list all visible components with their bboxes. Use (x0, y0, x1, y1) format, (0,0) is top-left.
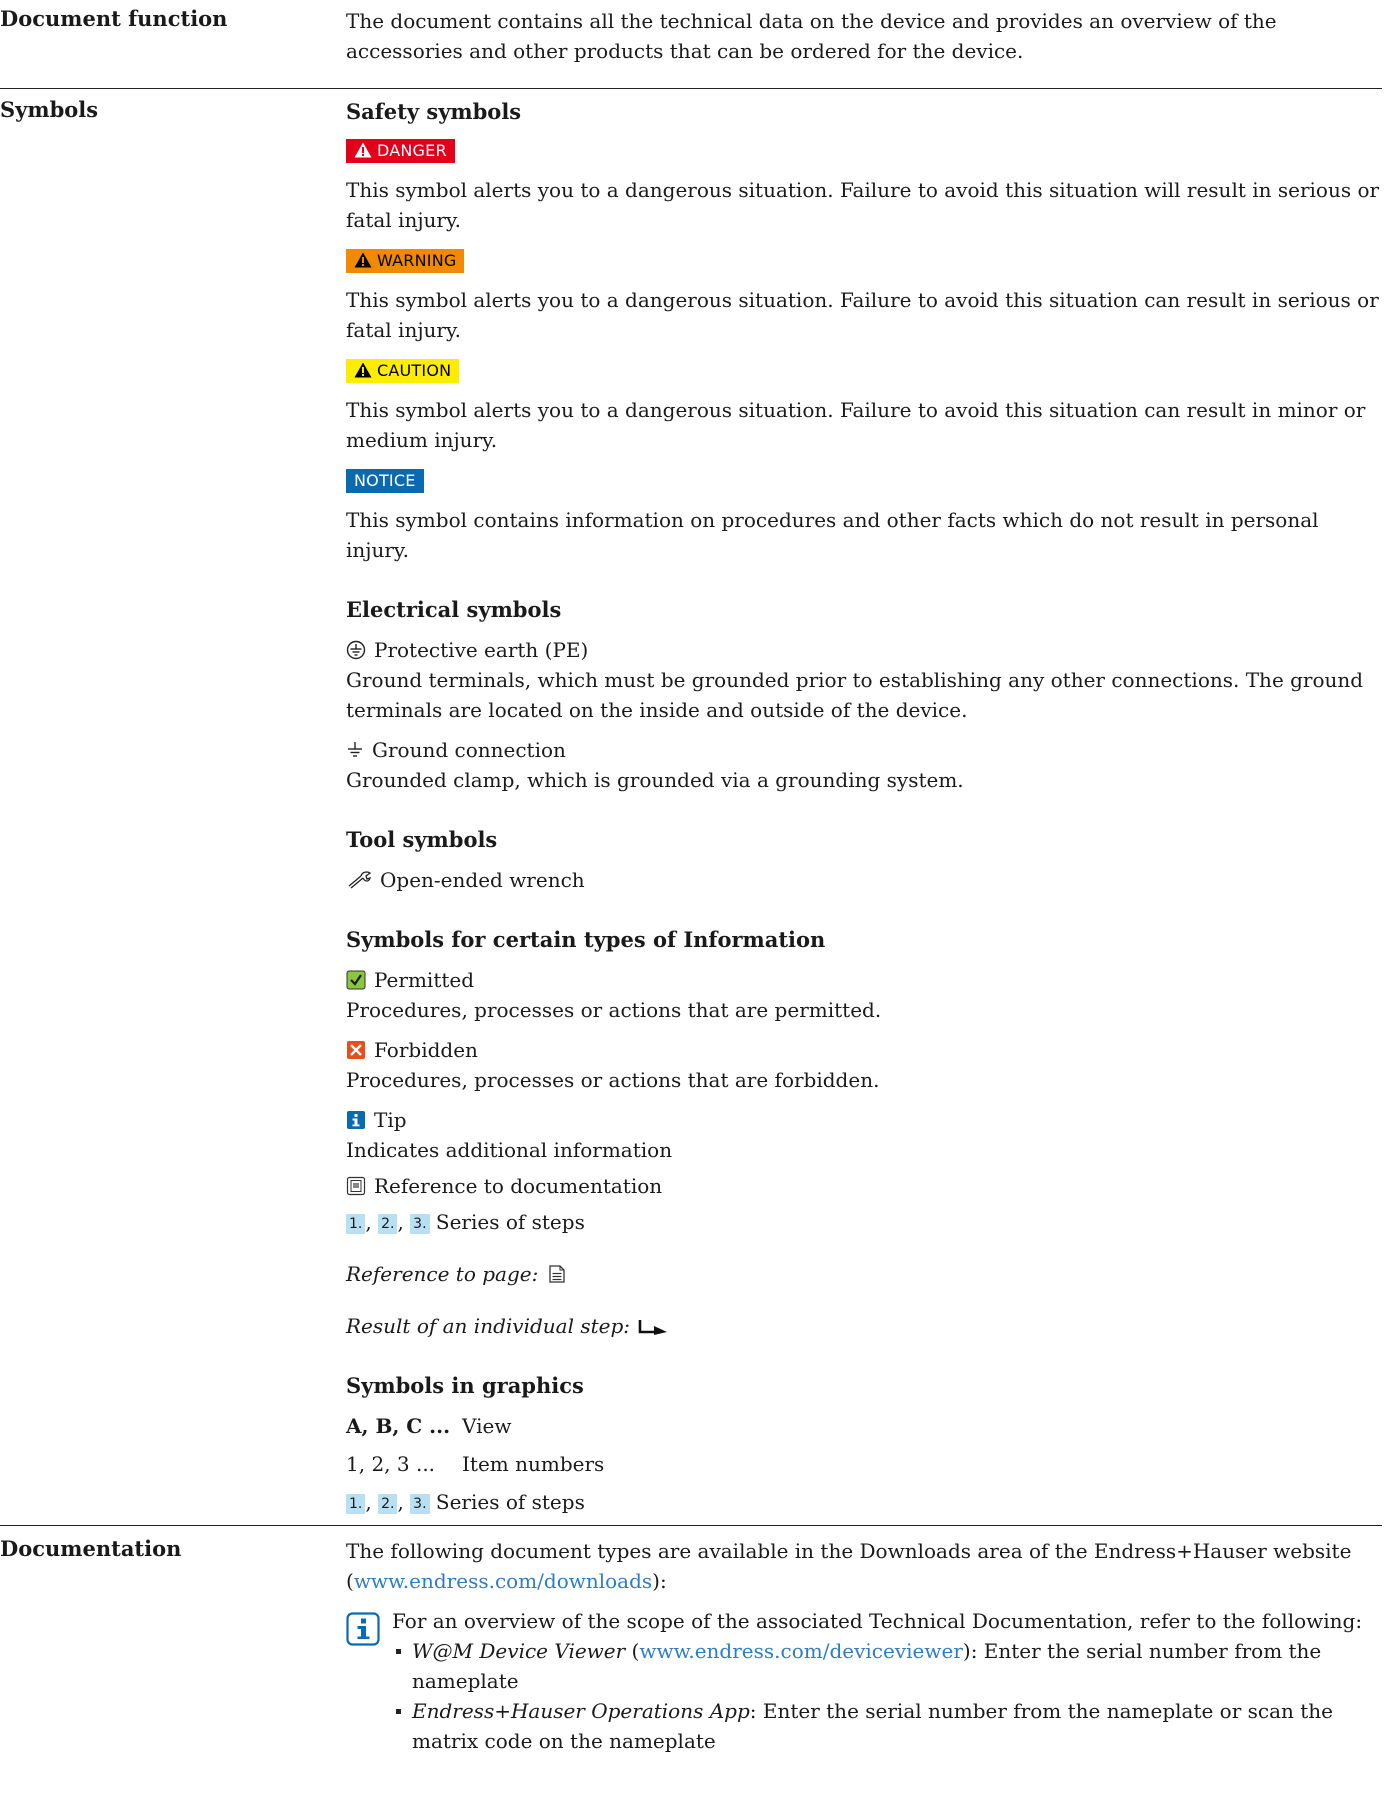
warning-triangle-icon (354, 362, 372, 378)
danger-block: DANGER This symbol alerts you to a dange… (346, 137, 1382, 235)
caution-text: This symbol alerts you to a dangerous si… (346, 398, 1366, 452)
graphics-items-line: 1, 2, 3 ... Item numbers (346, 1449, 1382, 1479)
protective-earth-text: Ground terminals, which must be grounded… (346, 668, 1364, 722)
wrench-line: Open-ended wrench (346, 865, 1382, 895)
info-icon (346, 1612, 380, 1646)
caution-block: CAUTION This symbol alerts you to a dang… (346, 357, 1382, 455)
list-item: W@M Device Viewer (www.endress.com/devic… (396, 1636, 1382, 1696)
deviceviewer-link[interactable]: www.endress.com/deviceviewer (639, 1639, 963, 1663)
documentation-intro: The following document types are availab… (346, 1539, 1352, 1593)
protective-earth-icon (346, 640, 366, 660)
reference-doc-line: Reference to documentation (346, 1171, 1382, 1201)
tip-line: Tip (346, 1105, 1382, 1135)
section-label-symbols: Symbols (0, 97, 99, 122)
graphics-view-line: A, B, C ... View (346, 1411, 1382, 1441)
step-number-3: 3. (410, 1494, 430, 1514)
warning-block: WARNING This symbol alerts you to a dang… (346, 247, 1382, 345)
electrical-symbols-heading: Electrical symbols (346, 597, 562, 622)
result-step-line: Result of an individual step: (346, 1311, 1382, 1341)
danger-text: This symbol alerts you to a dangerous si… (346, 178, 1380, 232)
tip-intro-text: For an overview of the scope of the asso… (392, 1609, 1363, 1633)
forbidden-line: Forbidden (346, 1035, 1382, 1065)
notice-block: NOTICE This symbol contains information … (346, 467, 1382, 565)
documentation-tip: For an overview of the scope of the asso… (346, 1606, 1382, 1756)
caution-badge: CAUTION (346, 359, 460, 383)
book-reference-icon (346, 1176, 366, 1196)
step-number-3: 3. (410, 1214, 430, 1234)
permitted-text: Procedures, processes or actions that ar… (346, 998, 882, 1022)
page-reference-icon (549, 1265, 565, 1283)
items-key: 1, 2, 3 ... (346, 1452, 436, 1476)
step-number-2: 2. (378, 1494, 398, 1514)
info-symbols-heading: Symbols for certain types of Information (346, 927, 826, 952)
section-label-documentation: Documentation (0, 1536, 182, 1561)
graphics-steps-line: 1., 2., 3. Series of steps (346, 1487, 1382, 1517)
safety-symbols-heading: Safety symbols (346, 99, 522, 124)
section-label-document-function: Document function (0, 6, 228, 31)
checkbox-checked-icon (346, 970, 366, 990)
danger-badge: DANGER (346, 139, 455, 163)
ground-icon (348, 742, 362, 757)
divider (0, 88, 1382, 89)
step-number-1: 1. (346, 1214, 366, 1234)
tip-text: Indicates additional information (346, 1138, 673, 1162)
protective-earth-line: Protective earth (PE) (346, 635, 1382, 665)
warning-triangle-icon (354, 142, 372, 158)
step-number-2: 2. (378, 1214, 398, 1234)
list-item: Endress+Hauser Operations App: Enter the… (396, 1696, 1382, 1756)
tool-symbols-heading: Tool symbols (346, 827, 498, 852)
warning-text: This symbol alerts you to a dangerous si… (346, 288, 1379, 342)
document-function-text: The document contains all the technical … (346, 9, 1277, 63)
step-number-1: 1. (346, 1494, 366, 1514)
downloads-link[interactable]: www.endress.com/downloads (354, 1569, 652, 1593)
wrench-icon (348, 871, 372, 889)
forbidden-icon (347, 1041, 365, 1059)
forbidden-text: Procedures, processes or actions that ar… (346, 1068, 880, 1092)
notice-badge: NOTICE (346, 469, 424, 493)
result-arrow-icon (639, 1320, 668, 1335)
info-icon (347, 1111, 365, 1129)
view-key: A, B, C ... (346, 1414, 451, 1438)
ground-connection-text: Grounded clamp, which is grounded via a … (346, 768, 964, 792)
warning-triangle-icon (354, 252, 372, 268)
permitted-line: Permitted (346, 965, 1382, 995)
divider (0, 1525, 1382, 1526)
graphics-symbols-heading: Symbols in graphics (346, 1373, 584, 1398)
tip-list: W@M Device Viewer (www.endress.com/devic… (392, 1636, 1382, 1756)
reference-page-line: Reference to page: (346, 1259, 1382, 1289)
series-of-steps-line: 1., 2., 3. Series of steps (346, 1207, 1382, 1237)
warning-badge: WARNING (346, 249, 465, 273)
notice-text: This symbol contains information on proc… (346, 508, 1319, 562)
ground-connection-line: Ground connection (346, 735, 1382, 765)
